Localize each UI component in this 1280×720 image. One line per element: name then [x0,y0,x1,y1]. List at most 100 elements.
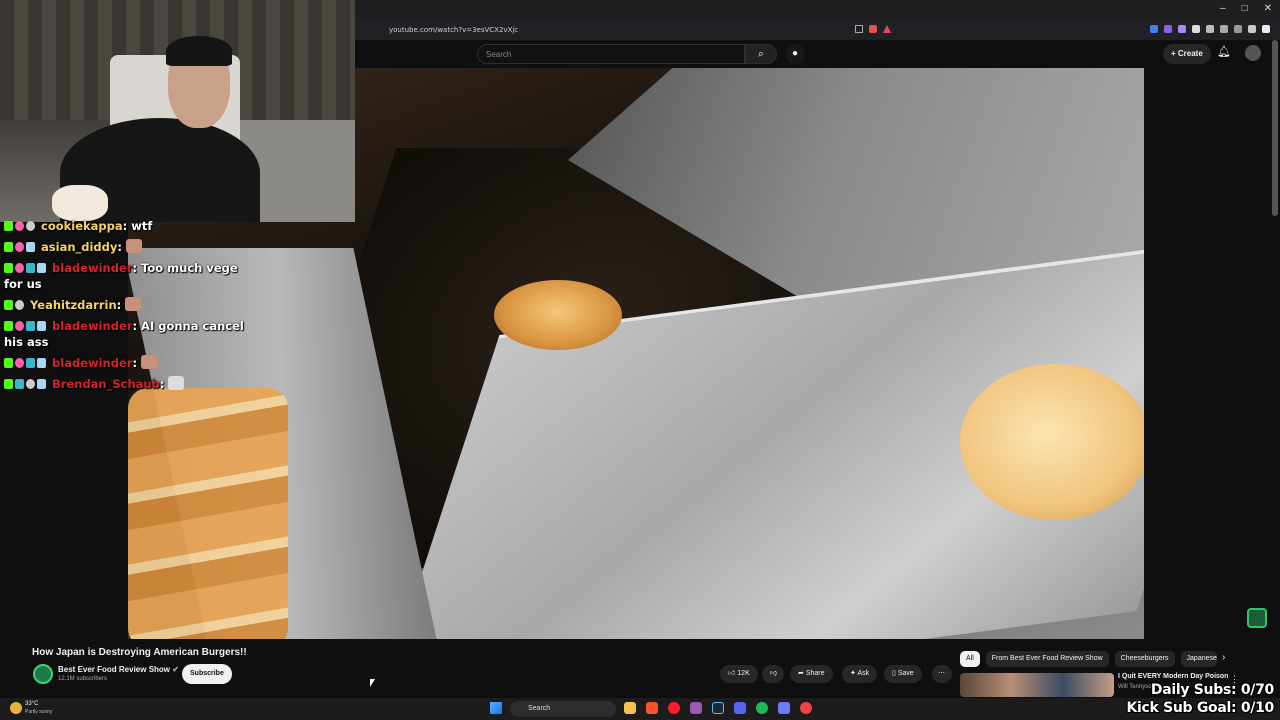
warning-icon[interactable] [883,25,891,33]
steam-icon[interactable] [712,702,724,714]
extension-icons [1150,25,1270,33]
taskbar: 33°C Partly sunny Search [0,698,1280,720]
video-scene-bun [494,280,622,350]
badge-icon [26,379,35,389]
channel-avatar[interactable] [33,664,53,684]
save-button[interactable]: ▯ Save [884,665,922,683]
extension-icon[interactable] [1164,25,1172,33]
kick-badge-icon [4,242,13,252]
address-bar[interactable]: youtube.com/watch?v=3esVCX2vXjc [355,20,1280,40]
weather-icon[interactable] [10,702,22,714]
badge-icon [15,221,24,231]
kick-badge-icon [4,321,13,331]
chat-message: asian_diddy: [4,239,260,255]
url-text[interactable]: youtube.com/watch?v=3esVCX2vXjc [389,26,518,34]
app-icon[interactable] [800,702,812,714]
scrollbar[interactable] [1272,40,1278,216]
extension-icon[interactable] [1206,25,1214,33]
window-controls: – □ ✕ [1220,3,1272,14]
taskbar-apps [624,702,812,714]
badge-icon [37,321,46,331]
ask-label: Ask [857,670,870,677]
extension-icon[interactable] [1234,25,1242,33]
close-button[interactable]: ✕ [1264,3,1272,14]
daily-subs-overlay: Daily Subs: 0/70 [1150,682,1274,698]
emote-icon [126,239,143,253]
voice-search-button[interactable]: ● [785,44,805,64]
minimize-button[interactable]: – [1220,3,1226,14]
chat-message: bladewinder: AI gonna cancel his ass [4,319,244,349]
maximize-button[interactable]: □ [1242,3,1248,14]
subscriber-count: 12.1M subscribers [58,676,108,682]
opera-icon[interactable] [668,702,680,714]
right-panel [1144,68,1280,640]
badge-icon [15,263,24,273]
chip-all[interactable]: All [960,651,980,667]
search-input[interactable]: Search [477,44,745,64]
chip-japanese[interactable]: Japanese c [1180,651,1217,667]
like-button[interactable]: 👍︎ 12K [720,665,758,683]
share-button[interactable]: ➦ Share [790,665,833,683]
extension-icon[interactable] [1150,25,1158,33]
emote-icon [141,355,158,369]
thumbs-down-icon: 👎︎ [770,670,778,677]
verified-icon: ✔ [172,665,179,674]
youtube-header: Search ⌕ ● + Create 🔔︎ [355,40,1280,68]
chat-message: Yeahitzdarrin: [4,297,260,313]
search-button[interactable]: ⌕ [745,44,777,64]
badge-icon [37,263,46,273]
chevron-right-icon[interactable]: › [1222,652,1225,663]
app-icon[interactable] [690,702,702,714]
recommended-video-thumbnail[interactable] [960,673,1114,697]
ask-button[interactable]: ✦ Ask [842,665,878,683]
discord-icon[interactable] [734,702,746,714]
webcam-streamer-hair [166,36,232,66]
badge-icon [15,358,24,368]
spotify-icon[interactable] [756,702,768,714]
taskbar-search[interactable]: Search [510,701,616,717]
chat-message: cookiekappa: wtf [4,218,260,234]
extension-icon[interactable] [1178,25,1186,33]
video-metadata: How Japan is Destroying American Burgers… [0,640,1280,698]
screen: – □ ✕ youtube.com/watch?v=3esVCX2vXjc Se… [0,0,1280,720]
page-action-icons [855,25,891,33]
kick-badge-icon [4,379,13,389]
chat-username: bladewinder [52,319,133,333]
share-label: Share [805,670,825,677]
extension-icon[interactable] [1220,25,1228,33]
video-title: How Japan is Destroying American Burgers… [32,647,247,658]
menu-icon[interactable] [1262,25,1270,33]
more-actions-button[interactable]: ⋯ [932,665,952,683]
chat-username: Yeahitzdarrin [30,298,117,312]
bell-icon[interactable]: 🔔︎ [1217,45,1231,58]
app-icon[interactable] [778,702,790,714]
recommended-video-title[interactable]: I Quit EVERY Modern Day Poison [1118,673,1228,680]
badge-icon [37,358,46,368]
emote-icon [168,376,185,390]
windows-start-icon[interactable] [490,702,502,714]
chat-overlay: cookiekappa: wtf asian_diddy: bladewinde… [4,218,260,397]
cast-icon[interactable] [855,25,863,33]
chat-message: Brendan_Schaub: [4,376,260,392]
bookmark-icon: ▯ [892,670,896,677]
chat-username: bladewinder [52,356,133,370]
avatar[interactable] [1245,45,1261,61]
badge-icon [15,379,24,389]
chip-from-channel[interactable]: From Best Ever Food Review Show [985,651,1109,667]
shield-icon[interactable] [869,25,877,33]
browser-titlebar: – □ ✕ [355,0,1280,20]
extension-floating-button[interactable] [1247,608,1267,628]
channel-name[interactable]: Best Ever Food Review Show ✔ [58,665,179,674]
brave-browser-icon[interactable] [646,702,658,714]
kick-badge-icon [4,358,13,368]
file-explorer-icon[interactable] [624,702,636,714]
extension-icon[interactable] [1192,25,1200,33]
chip-cheeseburgers[interactable]: Cheeseburgers [1114,651,1175,667]
badge-icon [26,221,35,231]
recommended-video-channel: Will Tennyson [1118,684,1155,690]
thumbs-up-icon: 👍︎ [728,670,736,677]
create-button[interactable]: + Create [1163,44,1211,64]
subscribe-button[interactable]: Subscribe [182,664,232,684]
dislike-button[interactable]: 👎︎ [762,665,784,683]
extension-icon[interactable] [1248,25,1256,33]
